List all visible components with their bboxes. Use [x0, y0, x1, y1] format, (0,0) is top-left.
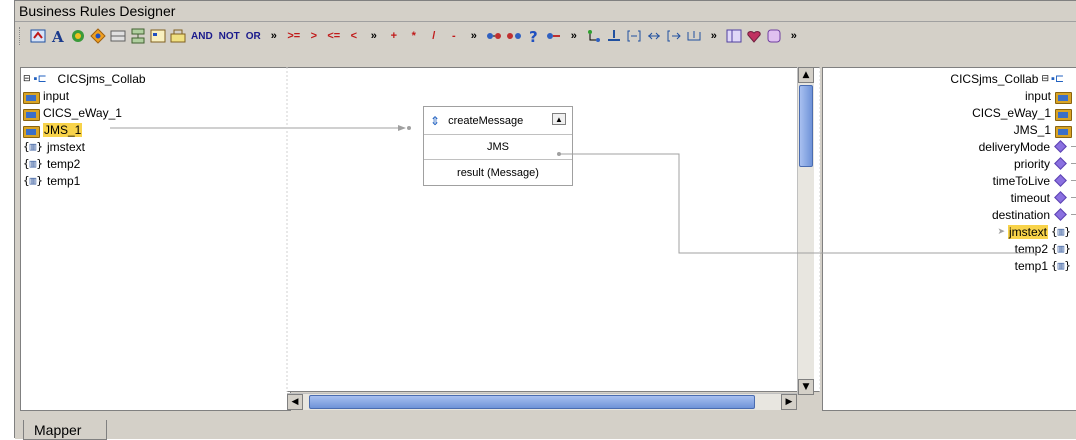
link-arrowhead — [398, 125, 406, 131]
link-result-to-jmstext — [559, 153, 1037, 254]
link-port-dot — [407, 126, 411, 130]
mapping-links — [110, 67, 1037, 392]
tab-mapper-label: Mapper — [34, 421, 82, 438]
bottom-tab-bar: Mapper — [15, 414, 1076, 440]
business-rules-designer-window: Business Rules Designer A AND NOT OR » >… — [14, 0, 1076, 440]
tab-mapper[interactable]: Mapper — [23, 420, 107, 440]
